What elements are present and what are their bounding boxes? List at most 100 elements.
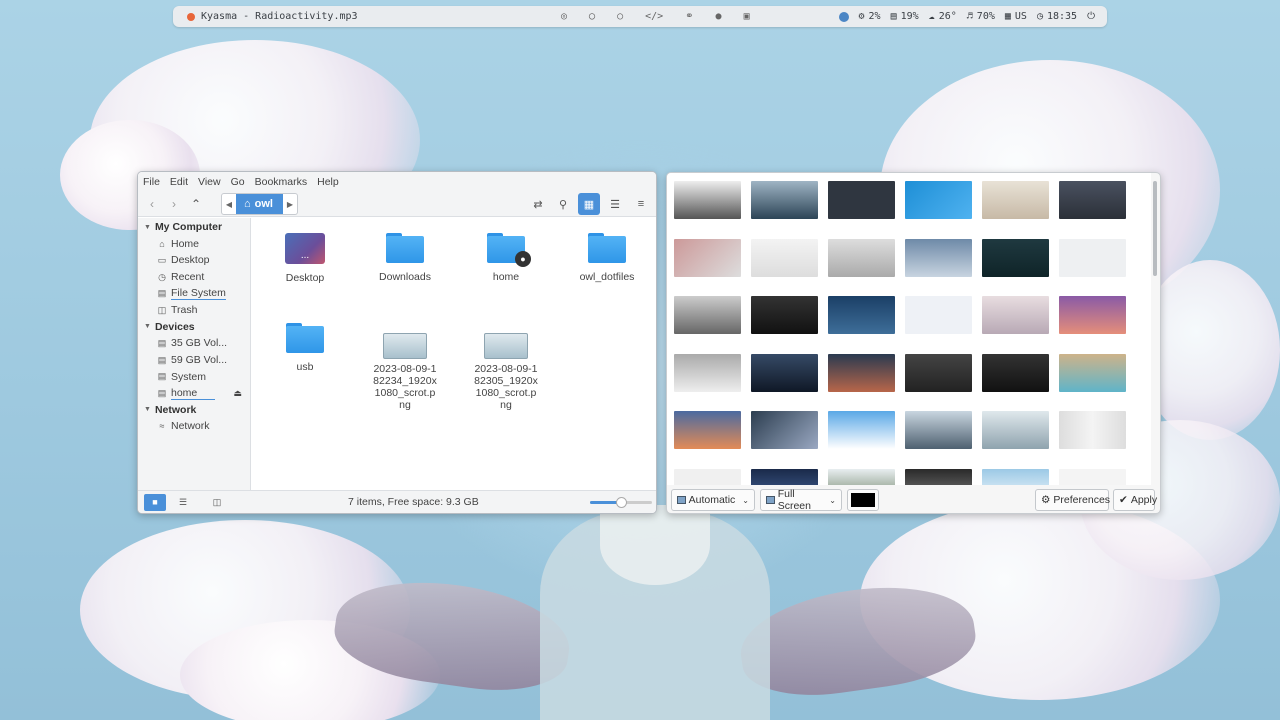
sidebar-section-devices[interactable]: ▼ Devices [138, 319, 250, 336]
sidebar-item-file-system[interactable]: ▤ File System [138, 285, 250, 302]
browser-icon[interactable] [838, 11, 849, 22]
code-icon[interactable]: </> [645, 11, 663, 22]
wallpaper-thumbnail[interactable] [674, 411, 741, 449]
wallpaper-thumbnail[interactable] [828, 468, 895, 485]
sidebar-section-my-computer[interactable]: ▼ My Computer [138, 219, 250, 236]
gamepad-icon[interactable]: ● [716, 11, 722, 22]
apply-button[interactable]: ✔ Apply [1113, 489, 1157, 511]
compact-view-button[interactable]: ≡ [630, 193, 652, 215]
wallpaper-thumbnail[interactable] [828, 238, 895, 277]
file-item-scrot-2[interactable]: 2023-08-09-182305_1920x1080_scrot.png [461, 333, 551, 411]
sidebar-item-volume-35gb[interactable]: ▤ 35 GB Vol... [138, 335, 250, 352]
keyboard-layout-indicator[interactable]: ▦ US [1005, 11, 1027, 22]
camera-icon[interactable]: ▣ [744, 11, 750, 22]
wallpaper-thumbnail[interactable] [751, 468, 818, 485]
wallpaper-thumbnail[interactable] [674, 181, 741, 219]
wallpaper-thumbnail[interactable] [1059, 411, 1126, 449]
wallpaper-thumbnail[interactable] [1059, 238, 1126, 277]
file-item-scrot-1[interactable]: 2023-08-09-182234_1920x1080_scrot.png [360, 333, 450, 411]
file-item-home[interactable]: ● home [461, 233, 551, 283]
cpu-indicator[interactable]: ⚙ 2% [859, 11, 881, 22]
wallpaper-thumbnail[interactable] [828, 411, 895, 449]
clock[interactable]: ◷ 18:35 [1037, 11, 1077, 22]
menu-go[interactable]: Go [231, 176, 245, 188]
breadcrumb-current[interactable]: ⌂ owl [236, 194, 283, 214]
wallpaper-thumbnail[interactable] [905, 181, 972, 219]
wallpaper-thumbnail[interactable] [674, 296, 741, 334]
weather-indicator[interactable]: ☁ 26° [929, 11, 957, 22]
scrollbar[interactable] [1153, 181, 1157, 276]
memory-indicator[interactable]: ▤ 19% [891, 11, 919, 22]
power-icon[interactable]: ⏻ [1087, 11, 1095, 22]
wallpaper-thumbnail[interactable] [751, 411, 818, 449]
wallpaper-thumbnail[interactable] [982, 468, 1049, 485]
menu-edit[interactable]: Edit [170, 176, 188, 188]
wallpaper-thumbnail[interactable] [905, 353, 972, 392]
mode-dropdown[interactable]: Automatic ⌄ [671, 489, 755, 511]
preferences-button[interactable]: ⚙ Preferences [1035, 489, 1110, 511]
shield-icon[interactable]: ◯ [589, 11, 595, 22]
menu-help[interactable]: Help [317, 176, 339, 188]
sidebar-item-trash[interactable]: ◫ Trash [138, 302, 250, 319]
file-item-desktop[interactable]: Desktop [260, 233, 350, 284]
wallpaper-thumbnail[interactable] [905, 296, 972, 334]
wallpaper-thumbnail[interactable] [751, 353, 818, 392]
sidebar-section-network[interactable]: ▼ Network [138, 402, 250, 419]
sidebar-item-recent[interactable]: ◷ Recent [138, 269, 250, 286]
toggle-sidebar-button[interactable]: ◫ [206, 494, 228, 511]
wallpaper-thumbnail[interactable] [751, 181, 818, 219]
toggle-location-button[interactable]: ⇄ [527, 193, 549, 215]
sidebar-item-home-device[interactable]: ▤ home ⏏ [138, 385, 250, 402]
sidebar-item-system[interactable]: ▤ System [138, 368, 250, 385]
icon-view-button[interactable]: ▦ [578, 193, 600, 215]
zoom-slider-handle[interactable] [616, 497, 627, 508]
breadcrumb-right-arrow[interactable]: ▶ [283, 194, 297, 214]
mute-icon[interactable]: ○ [617, 11, 623, 22]
color-picker-button[interactable] [847, 489, 879, 511]
wallpaper-thumbnail[interactable] [982, 296, 1049, 334]
wallpaper-thumbnail[interactable] [905, 468, 972, 485]
sidebar-item-desktop[interactable]: ▭ Desktop [138, 252, 250, 269]
zoom-slider[interactable] [590, 497, 652, 508]
wallpaper-thumbnail[interactable] [982, 238, 1049, 277]
wallpaper-thumbnail[interactable] [1059, 181, 1126, 219]
list-view-button[interactable]: ☰ [604, 193, 626, 215]
sidebar-item-volume-59gb[interactable]: ▤ 59 GB Vol... [138, 352, 250, 369]
wallpaper-thumbnail[interactable] [982, 181, 1049, 219]
file-item-owl-dotfiles[interactable]: owl_dotfiles [562, 233, 652, 283]
wallpaper-thumbnail[interactable] [982, 353, 1049, 392]
wallpaper-thumbnail[interactable] [1059, 353, 1126, 392]
forward-button[interactable]: › [163, 193, 185, 215]
breadcrumb-left-arrow[interactable]: ◀ [222, 194, 236, 214]
media-play-icon[interactable] [187, 12, 195, 21]
wallpaper-thumbnail[interactable] [905, 411, 972, 449]
media-player-widget[interactable]: Kyasma - Radioactivity.mp3 [187, 11, 537, 22]
wallpaper-thumbnail[interactable] [1059, 468, 1126, 485]
wallpaper-thumbnail[interactable] [828, 181, 895, 219]
sidebar-item-network[interactable]: ≈ Network [138, 418, 250, 435]
menu-file[interactable]: File [143, 176, 160, 188]
sidebar-item-home[interactable]: ⌂ Home [138, 236, 250, 253]
eject-icon[interactable]: ⏏ [233, 388, 242, 399]
tree-sidebar-button[interactable]: ☰ [172, 494, 194, 511]
wallpaper-thumbnail[interactable] [751, 296, 818, 334]
search-button[interactable]: ⚲ [552, 193, 574, 215]
menu-view[interactable]: View [198, 176, 221, 188]
wallpaper-thumbnail[interactable] [674, 468, 741, 485]
file-item-usb[interactable]: usb [260, 323, 350, 373]
back-button[interactable]: ‹ [141, 193, 163, 215]
menu-bookmarks[interactable]: Bookmarks [255, 176, 308, 188]
file-item-downloads[interactable]: Downloads [360, 233, 450, 283]
wallpaper-thumbnail[interactable] [751, 238, 818, 277]
wallpaper-thumbnail[interactable] [674, 353, 741, 392]
headphones-icon[interactable]: ⚭ [685, 11, 693, 22]
up-button[interactable]: ⌃ [185, 193, 207, 215]
screen-dropdown[interactable]: Full Screen ⌄ [760, 488, 842, 512]
volume-indicator[interactable]: ♬ 70% [967, 11, 995, 22]
globe-icon[interactable]: ◎ [561, 11, 567, 22]
wallpaper-thumbnail[interactable] [674, 238, 741, 277]
wallpaper-thumbnail[interactable] [828, 296, 895, 334]
wallpaper-thumbnail[interactable] [905, 238, 972, 277]
wallpaper-thumbnail[interactable] [828, 353, 895, 392]
wallpaper-thumbnail[interactable] [982, 411, 1049, 449]
